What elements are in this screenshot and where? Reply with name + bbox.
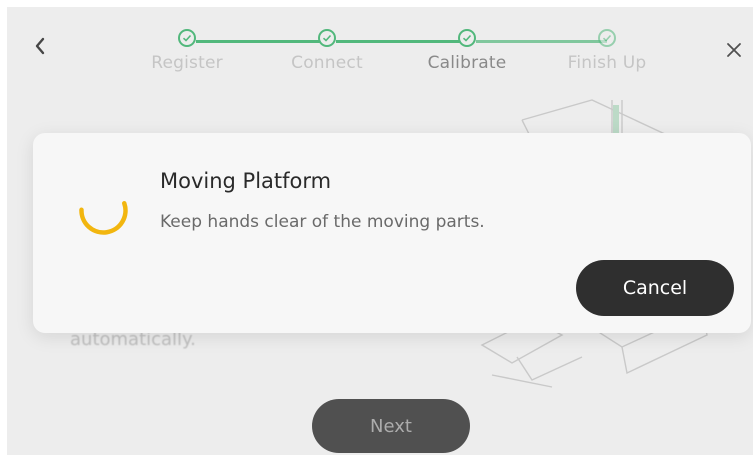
setup-wizard-screen: Register Connect Calibrate Finish Up aut… <box>7 7 753 455</box>
cancel-button-label: Cancel <box>622 277 688 299</box>
moving-platform-dialog: Moving Platform Keep hands clear of the … <box>33 133 751 333</box>
loading-spinner-icon <box>79 201 128 235</box>
dialog-title: Moving Platform <box>160 169 332 193</box>
cancel-button[interactable]: Cancel <box>576 260 734 316</box>
dialog-message: Keep hands clear of the moving parts. <box>160 212 485 232</box>
